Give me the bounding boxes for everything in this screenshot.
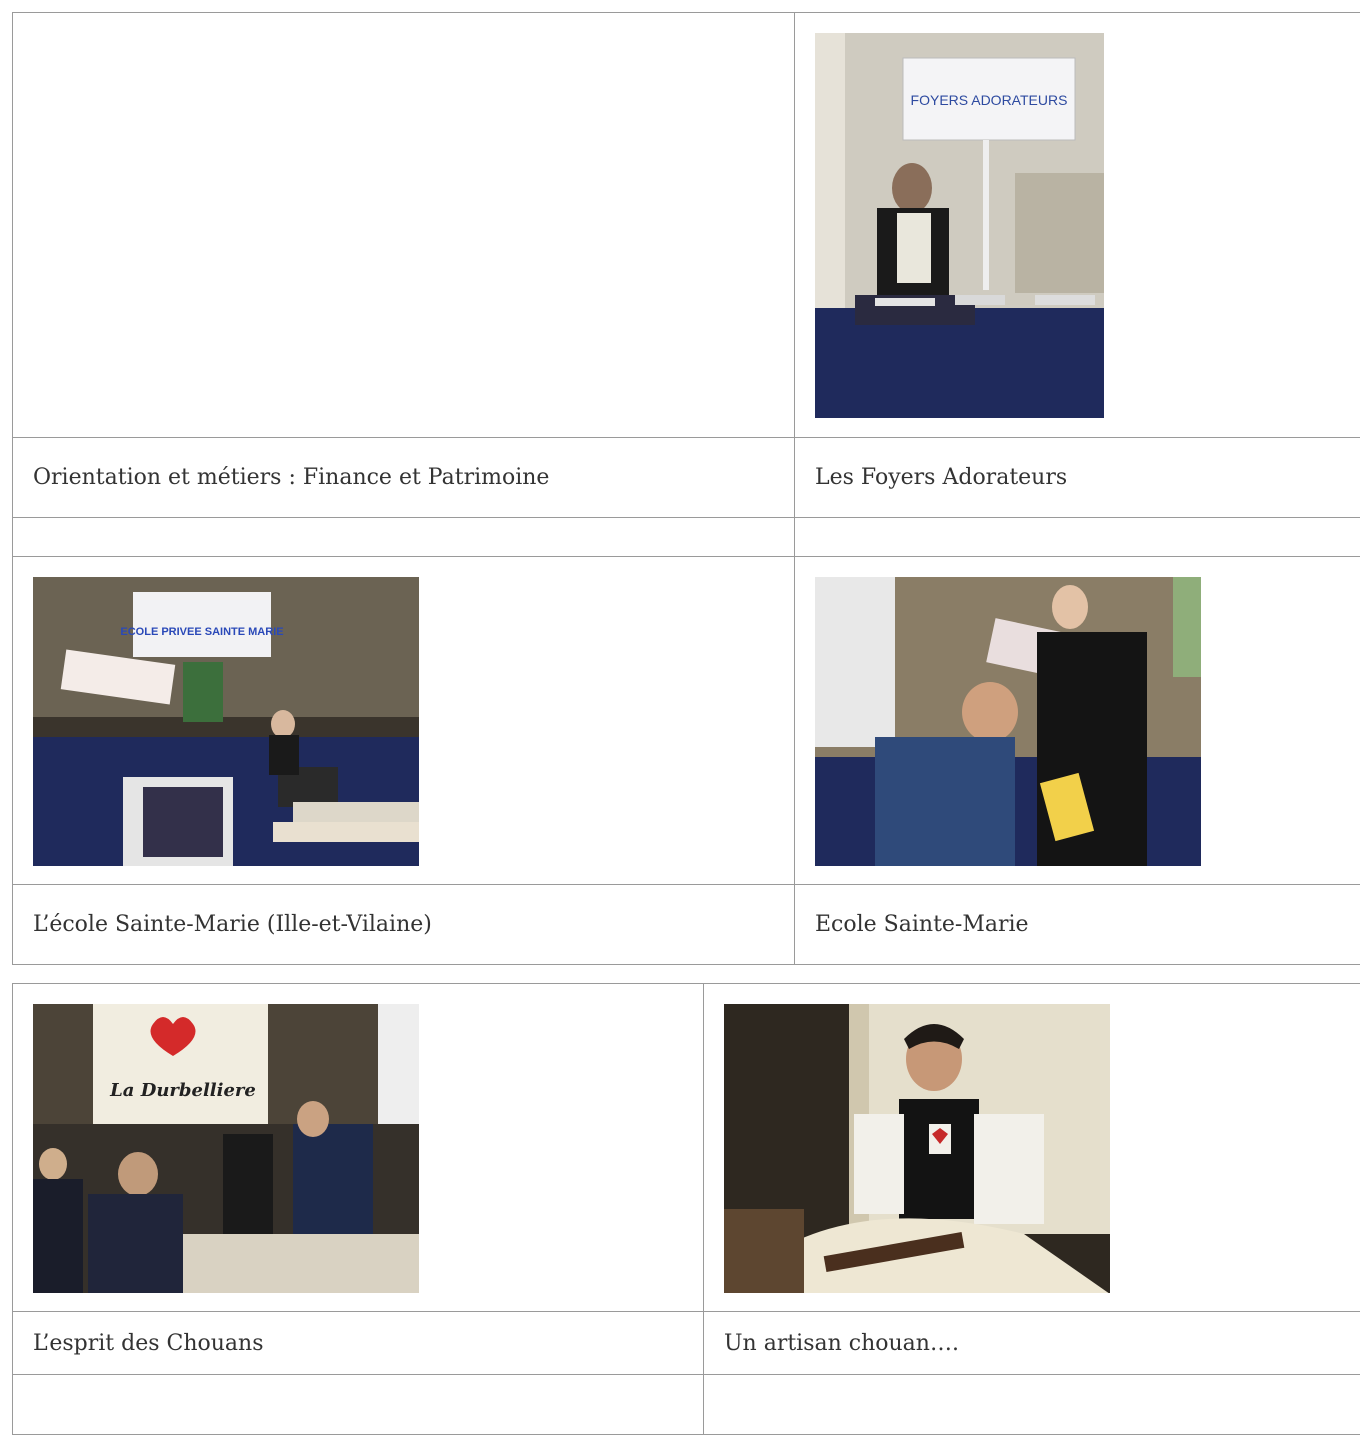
photo-caption: Un artisan chouan…. — [724, 1331, 1360, 1356]
foyers-adorateurs-photo[interactable]: FOYERS ADORATEURS — [815, 33, 1104, 418]
photo-cell-chouans: La Durbelliere — [13, 984, 704, 1312]
banner-text: La Durbelliere — [109, 1080, 256, 1101]
caption-cell: Les Foyers Adorateurs — [795, 438, 1360, 518]
empty-cell — [795, 518, 1360, 557]
ecole-privee-photo[interactable]: ECOLE PRIVEE SAINTE MARIE — [33, 577, 419, 866]
artisan-chouan-photo[interactable] — [724, 1004, 1110, 1293]
photo-cell-ecole-privee: ECOLE PRIVEE SAINTE MARIE — [13, 557, 795, 885]
photo-caption: L’école Sainte-Marie (Ille-et-Vilaine) — [33, 912, 794, 937]
photo-caption: L’esprit des Chouans — [33, 1331, 703, 1356]
caption-cell: Orientation et métiers : Finance et Patr… — [13, 438, 795, 518]
empty-photo-cell — [13, 13, 795, 438]
gallery-table-1: FOYERS ADORATEURS Orientation et métiers… — [12, 12, 1360, 965]
empty-cell — [704, 1375, 1360, 1435]
chouans-photo[interactable]: La Durbelliere — [33, 1004, 419, 1293]
caption-cell: L’esprit des Chouans — [13, 1312, 704, 1375]
gallery-table-2: La Durbelliere — [12, 983, 1360, 1435]
photo-cell-ecole-sainte-marie — [795, 557, 1360, 885]
photo-cell-foyers: FOYERS ADORATEURS — [795, 13, 1360, 438]
empty-cell — [13, 518, 795, 557]
caption-cell: Ecole Sainte-Marie — [795, 885, 1360, 965]
sign-text: FOYERS ADORATEURS — [911, 92, 1068, 108]
sign-text: ECOLE PRIVEE SAINTE MARIE — [120, 626, 283, 638]
photo-caption: Orientation et métiers : Finance et Patr… — [33, 465, 794, 490]
empty-cell — [13, 1375, 704, 1435]
photo-caption: Les Foyers Adorateurs — [815, 465, 1360, 490]
photo-caption: Ecole Sainte-Marie — [815, 912, 1360, 937]
ecole-sainte-marie-photo[interactable] — [815, 577, 1201, 866]
caption-cell: Un artisan chouan…. — [704, 1312, 1360, 1375]
photo-cell-artisan — [704, 984, 1360, 1312]
caption-cell: L’école Sainte-Marie (Ille-et-Vilaine) — [13, 885, 795, 965]
